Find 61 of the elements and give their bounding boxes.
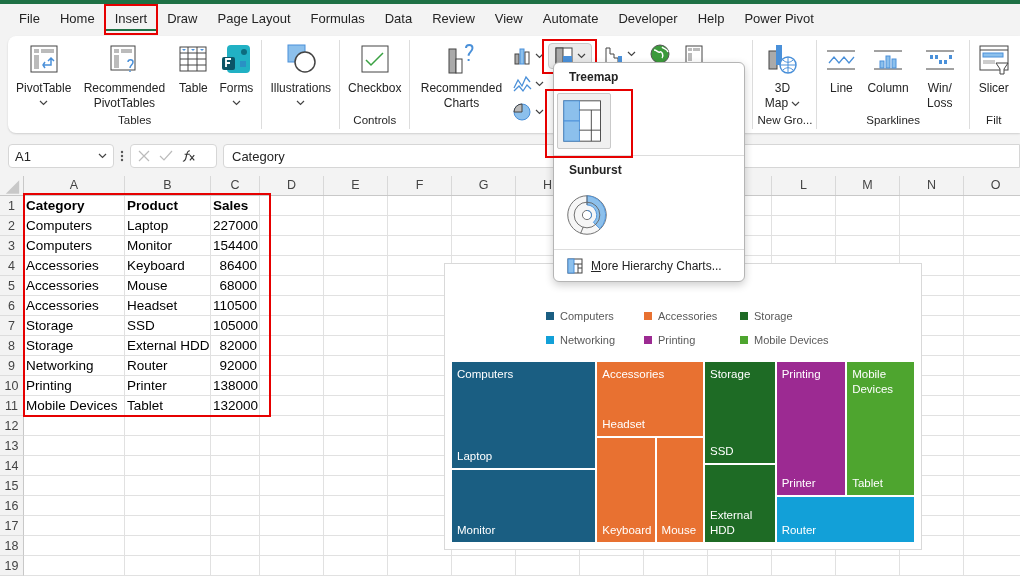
category-label: Computers <box>457 367 515 382</box>
section-title: Treemap <box>568 70 620 84</box>
table-cell: Headset <box>125 296 211 316</box>
legend-label: Accessories <box>658 310 718 322</box>
table-cell: Sales <box>211 196 260 216</box>
table-cell: 68000 <box>211 276 260 296</box>
group-label: Controls <box>352 113 398 128</box>
table-cell: Mouse <box>125 276 211 296</box>
group-label: Sparklines <box>865 113 921 128</box>
table-cell: Printer <box>125 376 211 396</box>
table-cell: Product <box>125 196 211 216</box>
group-label: Filt <box>985 113 1003 128</box>
legend-label: Storage <box>754 310 793 322</box>
table-cell: Computers <box>24 236 125 256</box>
table-cell: 92000 <box>211 356 260 376</box>
category-label: Printing <box>781 367 822 382</box>
category-label: Mobile Devices <box>852 367 895 397</box>
table-cell: 132000 <box>211 396 260 416</box>
group-label: New Gro... <box>757 113 813 128</box>
table-cell: 86400 <box>211 256 260 276</box>
table-cell: Accessories <box>24 256 125 276</box>
table-cell: 138000 <box>211 376 260 396</box>
tile-label: Keyboard <box>602 523 650 538</box>
table-cell: 110500 <box>211 296 260 316</box>
table-cell: External HDD <box>125 336 211 356</box>
category-label: Storage <box>710 367 752 382</box>
group-label: Tables <box>117 113 153 128</box>
tile-label: Router <box>781 523 818 538</box>
legend-label: Mobile Devices <box>754 334 829 346</box>
table-cell: Keyboard <box>125 256 211 276</box>
table-cell: Networking <box>24 356 125 376</box>
table-cell: Accessories <box>24 296 125 316</box>
table-cell: Category <box>24 196 125 216</box>
tile-label: Tablet <box>852 476 884 492</box>
table-cell: 227000 <box>211 216 260 236</box>
tile-label: Printer <box>781 476 817 492</box>
legend-label: Printing <box>658 334 696 346</box>
tile-label: External HDD <box>710 508 754 538</box>
category-label: Accessories <box>602 367 666 382</box>
table-cell: 82000 <box>211 336 260 356</box>
table-cell: 154400 <box>211 236 260 256</box>
table-cell: Storage <box>24 316 125 336</box>
table-cell: Tablet <box>125 396 211 416</box>
tile-label: Laptop <box>457 449 494 465</box>
table-cell: Router <box>125 356 211 376</box>
legend-label: Networking <box>560 334 616 346</box>
table-cell: Storage <box>24 336 125 356</box>
table-cell: Printing <box>24 376 125 396</box>
tile-label: Monitor <box>457 523 497 538</box>
table-cell: Laptop <box>125 216 211 236</box>
table-cell: SSD <box>125 316 211 336</box>
tile-label: Mouse <box>661 523 698 538</box>
table-cell: Computers <box>24 216 125 236</box>
table-cell: Accessories <box>24 276 125 296</box>
table-cell: Monitor <box>125 236 211 256</box>
table-cell: 105000 <box>211 316 260 336</box>
tile-label: SSD <box>710 444 735 460</box>
cell-reference: A1 <box>15 148 31 164</box>
table-cell: Mobile Devices <box>24 396 125 416</box>
legend-label: Computers <box>560 310 614 322</box>
tile-label: Headset <box>602 416 647 432</box>
